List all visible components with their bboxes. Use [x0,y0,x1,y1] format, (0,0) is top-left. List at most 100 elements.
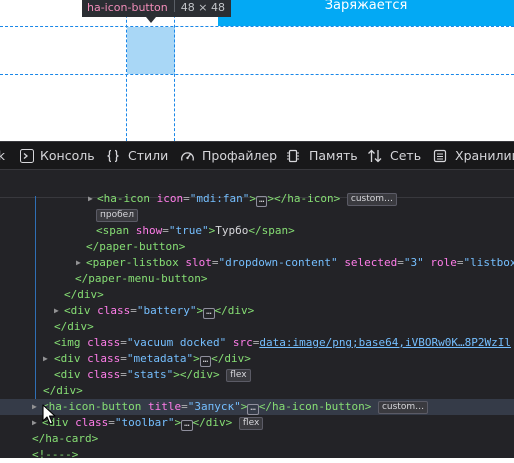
tree-row-img[interactable]: <img class="vacuum docked" src=data:imag… [54,335,511,351]
comment-node: <!----> [32,448,79,461]
collapsed-content-icon[interactable]: … [181,420,193,431]
storage-icon [433,149,447,163]
tab-overflow[interactable]: k [0,142,10,170]
tag-name: <img [54,336,81,349]
attr-value: "dropdown-content" [218,256,338,269]
tag-name: <div [54,368,81,381]
devtools-toolbar: k Консоль Стили Профайлер Память Сеть Хр… [0,141,514,170]
tree-row-whitespace[interactable]: пробел [96,207,138,223]
tab-styles[interactable]: Стили [106,142,169,170]
collapsed-content-icon[interactable]: … [203,308,215,319]
tab-profiler[interactable]: Профайлер [180,142,277,170]
collapsed-content-icon[interactable]: … [199,356,212,367]
tree-row-paper-button-close[interactable]: </paper-button> [86,239,185,255]
collapsed-content-icon[interactable]: … [247,404,259,415]
mouse-pointer-icon [42,404,56,425]
attr-name: slot [185,256,212,269]
tab-network-label: Сеть [390,148,422,163]
image-src-link[interactable]: data:image/png;base64,iVBORw0K…8P2WzIl [259,336,511,349]
status-banner-text: Заряжается [324,0,408,13]
attr-value: "listbox [463,256,514,269]
tree-row-ha-icon-button[interactable]: ▶ <ha-icon-button title="Запуск">… </ha-i… [0,399,514,415]
attr-name: class [87,368,121,381]
flex-badge[interactable]: flex [238,417,264,430]
expand-arrow-icon[interactable]: ▶ [32,415,40,431]
tab-storage[interactable]: Хранилищ [433,142,514,170]
tag-close: ></div> [173,368,220,381]
tab-memory-label: Память [309,148,358,163]
tree-row-span[interactable]: <span show="true">Турбо</span> [96,223,295,239]
expand-arrow-icon[interactable]: ▶ [76,255,84,271]
tag-close: </div> [64,288,104,301]
attr-value: "vacuum docked" [126,336,227,349]
tree-row-paper-menu-button-close[interactable]: </paper-menu-button> [75,271,207,287]
tooltip-divider [173,0,175,12]
tab-memory[interactable]: Память [286,142,358,170]
tag-close: </paper-menu-button> [75,272,208,285]
attr-name: icon [156,192,184,205]
devtools-panel: k Консоль Стили Профайлер Память Сеть Хр… [0,141,514,461]
expand-arrow-icon[interactable]: ▶ [54,303,62,319]
tooltip-arrow [146,17,156,23]
console-icon [20,149,34,163]
tree-row-div-close-3[interactable]: </div> [43,383,83,399]
attr-value: "3" [403,256,424,269]
tree-row-div-close-2[interactable]: </div> [54,319,94,335]
tag-name: <ha-icon [97,192,150,205]
attr-value: "toolbar" [114,416,175,429]
custom-element-badge[interactable]: custom… [346,193,398,206]
tag-name: <span [96,224,130,237]
flex-badge[interactable]: flex [226,369,251,382]
attr-value: "stats" [126,368,174,381]
tag-close: </span> [248,224,295,237]
tag-close: </div> [214,304,255,317]
guide-line-top [0,26,514,27]
attr-name: show [135,224,163,237]
tag-close: </paper-button> [86,240,186,253]
highlighted-element-box [127,27,175,74]
indent-guide [35,196,36,401]
tag-name: <paper-listbox [86,256,179,269]
status-banner: Заряжается [218,0,514,26]
tag-name: <div [54,352,81,365]
tag-close: </div> [192,416,233,429]
collapsed-content-icon[interactable]: … [255,196,268,207]
attr-value: "mdi:fan" [189,192,250,205]
tab-console-label: Консоль [40,148,95,163]
tree-row-div-stats[interactable]: <div class="stats"></div> flex [54,367,251,383]
tag-name: <ha-icon-button [42,400,142,413]
expand-arrow-icon[interactable]: ▶ [32,399,40,415]
network-arrows-icon [368,149,382,163]
tag-close: </ha-card> [32,432,99,445]
attr-value: "Запуск" [187,400,241,413]
tooltip-tag: ha-icon-button [87,1,168,14]
guide-line-bottom [0,74,514,75]
tab-storage-label: Хранилищ [455,148,514,163]
guide-line-left [126,0,127,141]
tab-network[interactable]: Сеть [367,142,422,170]
tag-close: </div> [54,320,94,333]
expand-arrow-icon[interactable]: ▶ [88,191,96,207]
expand-arrow-icon[interactable]: ▶ [43,351,51,367]
attr-value: "true" [168,224,209,237]
custom-element-badge[interactable]: custom… [377,401,429,414]
tab-styles-label: Стили [128,148,169,163]
attr-name: src [232,336,253,349]
attr-name: class [87,352,121,365]
whitespace-badge[interactable]: пробел [96,209,138,222]
page-preview: Заряжается ha-icon-button 48 × 48 [0,0,514,141]
tag-name: <div [64,304,91,317]
tab-console[interactable]: Консоль [20,142,95,170]
tag-close: </div> [43,384,83,397]
tree-row-ha-card-close[interactable]: </ha-card> [32,431,98,447]
attr-name: title [147,400,182,413]
tree-row-div-close[interactable]: </div> [64,287,104,303]
guide-line-right [174,0,175,141]
element-tooltip: ha-icon-button 48 × 48 [82,0,231,17]
tree-row-comment[interactable]: <!----> [32,447,78,463]
gauge-icon [181,152,194,161]
tag-close: </ha-icon-button> [258,400,372,413]
tag-close: </div> [211,352,251,365]
attr-value: "metadata" [126,352,194,365]
chevron-right-icon: k [0,149,5,163]
